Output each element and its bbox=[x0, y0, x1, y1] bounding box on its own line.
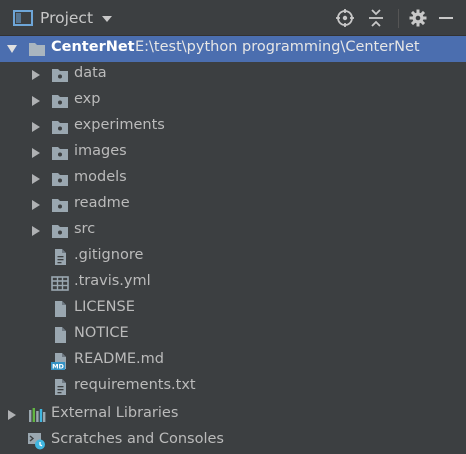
tree-folder-exp[interactable]: exp bbox=[0, 88, 466, 114]
tree-folder-data[interactable]: data bbox=[0, 62, 466, 88]
collapsed-arrow-icon[interactable] bbox=[6, 409, 18, 421]
scratches-label: Scratches and Consoles bbox=[51, 431, 224, 447]
libraries-icon bbox=[28, 406, 46, 424]
plain-file-icon bbox=[51, 326, 69, 344]
folder-icon bbox=[28, 40, 46, 58]
locate-icon[interactable] bbox=[335, 8, 355, 28]
package-folder-icon bbox=[51, 170, 69, 188]
tree-file-readme-md[interactable]: MD README.md bbox=[0, 348, 466, 374]
tree-folder-models[interactable]: models bbox=[0, 166, 466, 192]
package-folder-icon bbox=[51, 144, 69, 162]
text-file-icon bbox=[51, 248, 69, 266]
folder-name: exp bbox=[74, 91, 101, 107]
svg-text:MD: MD bbox=[52, 363, 64, 370]
package-folder-icon bbox=[51, 196, 69, 214]
text-file-icon bbox=[51, 378, 69, 396]
yaml-file-icon bbox=[51, 274, 69, 292]
collapsed-arrow-icon[interactable] bbox=[30, 199, 42, 211]
tree-folder-experiments[interactable]: experiments bbox=[0, 114, 466, 140]
project-tool-window-header: Project bbox=[0, 0, 466, 36]
view-selector-title[interactable]: Project bbox=[40, 9, 93, 27]
tree-folder-readme[interactable]: readme bbox=[0, 192, 466, 218]
plain-file-icon bbox=[51, 300, 69, 318]
tree-file-license[interactable]: LICENSE bbox=[0, 296, 466, 322]
markdown-file-icon: MD bbox=[51, 352, 69, 371]
file-name: README.md bbox=[74, 351, 164, 367]
package-folder-icon bbox=[51, 222, 69, 240]
collapsed-arrow-icon[interactable] bbox=[30, 173, 42, 185]
collapsed-arrow-icon[interactable] bbox=[30, 225, 42, 237]
package-folder-icon bbox=[51, 66, 69, 84]
project-panel-icon[interactable] bbox=[13, 10, 33, 26]
gear-icon[interactable] bbox=[408, 8, 428, 28]
folder-name: experiments bbox=[74, 117, 165, 133]
dropdown-caret-icon[interactable] bbox=[101, 12, 113, 28]
folder-name: images bbox=[74, 143, 127, 159]
folder-name: models bbox=[74, 169, 127, 185]
root-folder-name: CenterNet bbox=[51, 39, 135, 55]
tree-folder-images[interactable]: images bbox=[0, 140, 466, 166]
tree-folder-src[interactable]: src bbox=[0, 218, 466, 244]
root-folder-path: E:\test\python programming\CenterNet bbox=[135, 39, 420, 55]
file-name: requirements.txt bbox=[74, 377, 196, 393]
tree-file-notice[interactable]: NOTICE bbox=[0, 322, 466, 348]
file-name: NOTICE bbox=[74, 325, 129, 341]
file-name: .travis.yml bbox=[74, 273, 151, 289]
scratches-icon bbox=[28, 432, 46, 450]
external-libraries-label: External Libraries bbox=[51, 405, 179, 421]
tree-root-centernet[interactable]: CenterNet E:\test\python programming\Cen… bbox=[0, 36, 466, 62]
tree-file-travis-yml[interactable]: .travis.yml bbox=[0, 270, 466, 296]
collapsed-arrow-icon[interactable] bbox=[30, 121, 42, 133]
tree-scratches-and-consoles[interactable]: Scratches and Consoles bbox=[0, 428, 466, 454]
tree-external-libraries[interactable]: External Libraries bbox=[0, 402, 466, 428]
collapsed-arrow-icon[interactable] bbox=[30, 95, 42, 107]
folder-name: data bbox=[74, 65, 107, 81]
file-name: .gitignore bbox=[74, 247, 144, 263]
tree-file-requirements[interactable]: requirements.txt bbox=[0, 374, 466, 400]
package-folder-icon bbox=[51, 118, 69, 136]
package-folder-icon bbox=[51, 92, 69, 110]
collapsed-arrow-icon[interactable] bbox=[30, 69, 42, 81]
collapsed-arrow-icon[interactable] bbox=[30, 147, 42, 159]
folder-name: src bbox=[74, 221, 96, 237]
collapse-all-icon[interactable] bbox=[366, 8, 386, 28]
folder-name: readme bbox=[74, 195, 130, 211]
expanded-arrow-icon[interactable] bbox=[6, 43, 18, 55]
file-name: LICENSE bbox=[74, 299, 135, 315]
minimize-icon[interactable] bbox=[436, 8, 456, 28]
toolbar-separator bbox=[398, 9, 399, 28]
tree-file-gitignore[interactable]: .gitignore bbox=[0, 244, 466, 270]
